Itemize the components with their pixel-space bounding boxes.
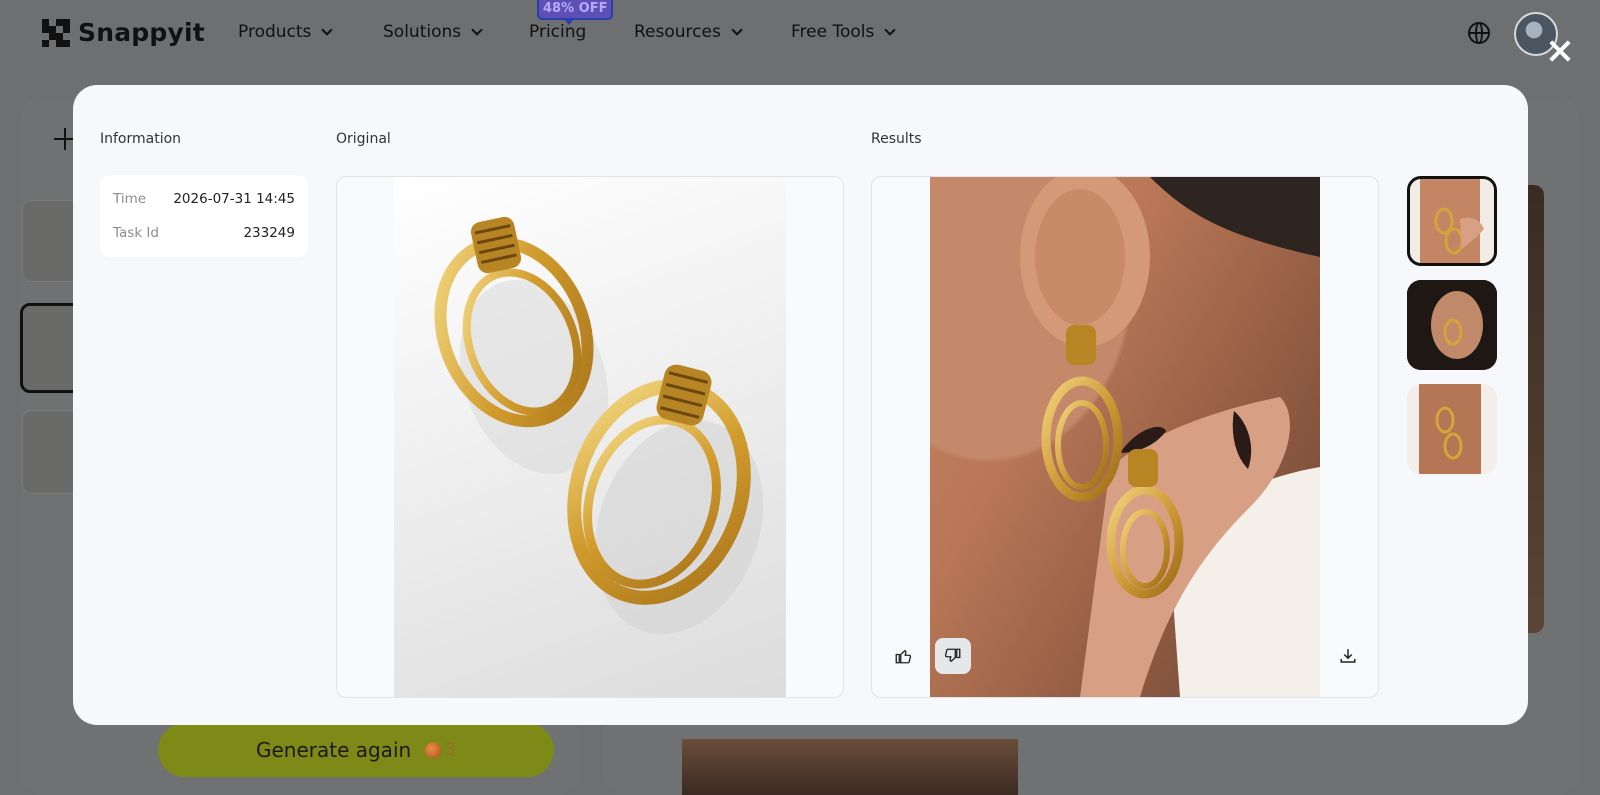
chevron-down-icon bbox=[731, 23, 743, 36]
info-key: Time bbox=[113, 191, 147, 207]
info-row-task-id: Task Id 233249 bbox=[113, 216, 295, 250]
original-image-frame bbox=[336, 176, 844, 698]
result-detail-modal: Information Original Results Time 2026-0… bbox=[73, 85, 1528, 725]
chevron-down-icon bbox=[471, 23, 483, 36]
result-thumbnail-2[interactable] bbox=[1407, 280, 1497, 370]
information-card: Time 2026-07-31 14:45 Task Id 233249 bbox=[100, 175, 308, 257]
nav-resources-label: Resources bbox=[634, 22, 721, 42]
result-image-frame bbox=[871, 176, 1379, 698]
results-title: Results bbox=[871, 131, 922, 147]
chevron-down-icon bbox=[884, 23, 897, 36]
coin-icon bbox=[425, 742, 442, 758]
credit-counter: 3 bbox=[425, 740, 456, 760]
nav-resources[interactable]: Resources bbox=[634, 22, 743, 42]
download-icon bbox=[1340, 649, 1356, 663]
info-value: 233249 bbox=[243, 225, 295, 241]
result-thumbnail-3[interactable] bbox=[1407, 384, 1497, 474]
download-button[interactable] bbox=[1330, 638, 1366, 674]
background-preview-image bbox=[682, 739, 1018, 795]
original-image bbox=[394, 177, 786, 697]
nav-solutions[interactable]: Solutions bbox=[383, 22, 483, 42]
thumbs-down-icon bbox=[944, 648, 961, 662]
nav-products[interactable]: Products bbox=[238, 22, 334, 42]
nav-pricing-label: Pricing bbox=[529, 22, 587, 42]
nav-products-label: Products bbox=[238, 22, 312, 42]
information-title: Information bbox=[100, 131, 182, 147]
thumbs-up-icon bbox=[895, 650, 912, 664]
close-icon[interactable] bbox=[1549, 40, 1571, 62]
original-title: Original bbox=[336, 131, 391, 147]
logo-icon bbox=[42, 18, 70, 47]
result-thumbnail-1[interactable] bbox=[1407, 176, 1497, 266]
dislike-button[interactable] bbox=[935, 638, 971, 674]
info-value: 2026-07-31 14:45 bbox=[173, 191, 295, 207]
chevron-down-icon bbox=[321, 23, 334, 36]
generate-again-label: Generate again bbox=[255, 738, 412, 762]
generate-again-button[interactable]: Generate again 3 bbox=[158, 723, 554, 777]
nav-pricing[interactable]: Pricing bbox=[529, 22, 586, 42]
globe-icon[interactable] bbox=[1468, 22, 1490, 44]
nav-free-tools-label: Free Tools bbox=[791, 22, 875, 42]
top-navigation: Snappyit Products Solutions 48% OFF Pric… bbox=[0, 0, 1600, 68]
nav-solutions-label: Solutions bbox=[383, 22, 462, 42]
discount-badge: 48% OFF bbox=[537, 0, 614, 25]
nav-free-tools[interactable]: Free Tools bbox=[791, 22, 897, 42]
brand-logo[interactable]: Snappyit bbox=[42, 18, 205, 47]
info-key: Task Id bbox=[113, 225, 159, 241]
like-button[interactable] bbox=[885, 638, 921, 674]
brand-name: Snappyit bbox=[78, 18, 205, 47]
info-row-time: Time 2026-07-31 14:45 bbox=[113, 182, 295, 216]
credit-count: 3 bbox=[445, 740, 457, 760]
result-image bbox=[930, 177, 1320, 697]
